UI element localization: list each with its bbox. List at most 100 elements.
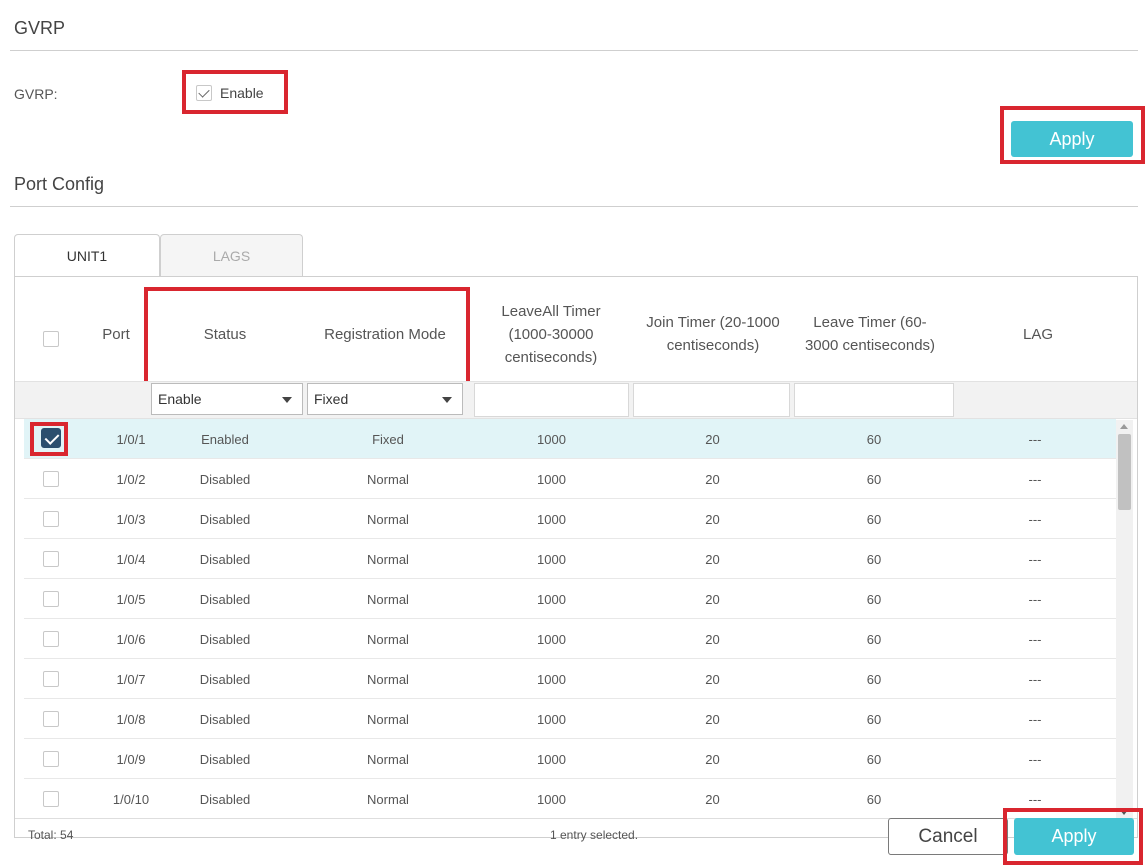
- port-config-divider: [10, 206, 1138, 207]
- row-checkbox[interactable]: [43, 591, 59, 607]
- header-join-timer[interactable]: Join Timer (20-1000 centiseconds): [640, 286, 786, 382]
- cell-registration-mode: Normal: [367, 551, 409, 567]
- registration-mode-filter-value: Fixed: [314, 391, 349, 407]
- table-row[interactable]: 1/0/8 Disabled Normal 1000 20 60 ---: [24, 699, 1116, 739]
- cell-leaveall-timer: 1000: [537, 751, 566, 767]
- row-checkbox[interactable]: [43, 511, 59, 527]
- cell-status: Disabled: [199, 551, 251, 567]
- table-row[interactable]: 1/0/6 Disabled Normal 1000 20 60 ---: [24, 619, 1116, 659]
- cell-status: Disabled: [199, 471, 251, 487]
- header-leave-timer[interactable]: Leave Timer (60-3000 centiseconds): [797, 286, 943, 382]
- cell-status: Enabled: [201, 431, 249, 447]
- row-checkbox[interactable]: [43, 751, 59, 767]
- scroll-up-icon[interactable]: [1120, 424, 1128, 429]
- port-config-title: Port Config: [14, 174, 105, 194]
- table-row[interactable]: 1/0/7 Disabled Normal 1000 20 60 ---: [24, 659, 1116, 699]
- cell-join-timer: 20: [705, 551, 720, 567]
- cell-lag: ---: [1028, 511, 1042, 527]
- cell-lag: ---: [1028, 431, 1042, 447]
- cell-leave-timer: 60: [866, 591, 882, 607]
- cell-lag: ---: [1028, 751, 1042, 767]
- cell-join-timer: 20: [705, 791, 720, 807]
- row-checkbox[interactable]: [43, 671, 59, 687]
- cancel-button[interactable]: Cancel: [888, 818, 1008, 855]
- gvrp-apply-button[interactable]: Apply: [1011, 121, 1133, 157]
- cell-status: Disabled: [199, 591, 251, 607]
- scrollbar-thumb[interactable]: [1118, 434, 1131, 510]
- gvrp-enable-label: Enable: [220, 85, 264, 101]
- header-port[interactable]: Port: [86, 290, 146, 378]
- cell-registration-mode: Normal: [367, 751, 409, 767]
- gvrp-enable-checkbox[interactable]: Enable: [196, 85, 264, 101]
- cell-join-timer: 20: [705, 591, 720, 607]
- cell-status: Disabled: [199, 711, 251, 727]
- cell-leave-timer: 60: [866, 551, 882, 567]
- row-checkbox[interactable]: [43, 631, 59, 647]
- select-all-checkbox[interactable]: [43, 331, 59, 347]
- chevron-down-icon: [442, 397, 452, 403]
- cell-join-timer: 20: [705, 471, 720, 487]
- cell-status: Disabled: [199, 791, 251, 807]
- table-row[interactable]: 1/0/4 Disabled Normal 1000 20 60 ---: [24, 539, 1116, 579]
- cell-registration-mode: Fixed: [372, 431, 404, 447]
- table-row[interactable]: 1/0/3 Disabled Normal 1000 20 60 ---: [24, 499, 1116, 539]
- table-row[interactable]: 1/0/1 Enabled Fixed 1000 20 60 ---: [24, 419, 1116, 459]
- chevron-down-icon: [282, 397, 292, 403]
- cell-registration-mode: Normal: [367, 591, 409, 607]
- table-row[interactable]: 1/0/10 Disabled Normal 1000 20 60 ---: [24, 779, 1116, 819]
- gvrp-section-title: GVRP: [14, 18, 66, 38]
- cell-leave-timer: 60: [866, 711, 882, 727]
- cell-registration-mode: Normal: [367, 631, 409, 647]
- status-filter-select[interactable]: Enable: [151, 383, 303, 415]
- table-row[interactable]: 1/0/5 Disabled Normal 1000 20 60 ---: [24, 579, 1116, 619]
- cell-leaveall-timer: 1000: [537, 631, 566, 647]
- registration-mode-filter-select[interactable]: Fixed: [307, 383, 463, 415]
- cell-join-timer: 20: [705, 631, 720, 647]
- row-checkbox[interactable]: [43, 711, 59, 727]
- table-row[interactable]: 1/0/2 Disabled Normal 1000 20 60 ---: [24, 459, 1116, 499]
- join-timer-input[interactable]: [633, 383, 790, 417]
- cell-registration-mode: Normal: [367, 511, 409, 527]
- cell-leaveall-timer: 1000: [537, 671, 566, 687]
- cell-join-timer: 20: [705, 711, 720, 727]
- row-checkbox[interactable]: [43, 791, 59, 807]
- cell-leave-timer: 60: [866, 631, 882, 647]
- row-checkbox-highlight: [30, 422, 68, 456]
- row-checkbox[interactable]: [43, 551, 59, 567]
- status-filter-value: Enable: [158, 391, 202, 407]
- cell-leave-timer: 60: [866, 471, 882, 487]
- total-count: Total: 54: [28, 828, 74, 842]
- cell-leaveall-timer: 1000: [537, 431, 566, 447]
- selection-status: 1 entry selected.: [550, 828, 639, 842]
- leave-timer-input[interactable]: [794, 383, 954, 417]
- cell-leaveall-timer: 1000: [537, 711, 566, 727]
- tab-unit1[interactable]: UNIT1: [14, 234, 160, 277]
- cell-registration-mode: Normal: [367, 671, 409, 687]
- cell-registration-mode: Normal: [367, 471, 409, 487]
- cell-join-timer: 20: [705, 671, 720, 687]
- cell-lag: ---: [1028, 591, 1042, 607]
- cell-leaveall-timer: 1000: [537, 511, 566, 527]
- cell-leaveall-timer: 1000: [537, 471, 566, 487]
- leaveall-timer-input[interactable]: [474, 383, 629, 417]
- checkbox-icon: [196, 85, 212, 101]
- gvrp-divider: [10, 50, 1138, 51]
- header-leaveall-timer[interactable]: LeaveAll Timer (1000-30000 centiseconds): [478, 286, 624, 382]
- header-lag[interactable]: LAG: [960, 290, 1116, 378]
- cell-status: Disabled: [199, 511, 251, 527]
- cell-leave-timer: 60: [866, 671, 882, 687]
- footer-apply-highlight: [1003, 808, 1143, 865]
- cell-join-timer: 20: [705, 511, 720, 527]
- tab-lags[interactable]: LAGS: [160, 234, 303, 276]
- table-row[interactable]: 1/0/9 Disabled Normal 1000 20 60 ---: [24, 739, 1116, 779]
- cell-status: Disabled: [199, 751, 251, 767]
- cell-leave-timer: 60: [866, 751, 882, 767]
- cell-join-timer: 20: [705, 431, 720, 447]
- cell-leave-timer: 60: [866, 511, 882, 527]
- cell-lag: ---: [1028, 631, 1042, 647]
- cell-lag: ---: [1028, 471, 1042, 487]
- cell-status: Disabled: [199, 671, 251, 687]
- row-checkbox[interactable]: [43, 471, 59, 487]
- cell-leaveall-timer: 1000: [537, 591, 566, 607]
- cell-status: Disabled: [199, 631, 251, 647]
